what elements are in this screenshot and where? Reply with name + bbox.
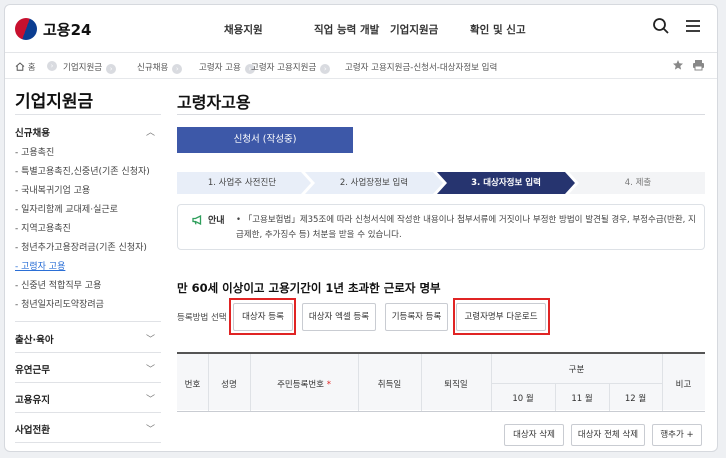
step-4: 4. 제출 [624,178,652,188]
col-header-retired-date: 퇴직일 [444,380,468,390]
sidebar-item-elderly-employment[interactable]: - 고령자 고용 [15,259,65,272]
highlight-box-register [229,298,296,335]
register-existing-button[interactable]: 기등록자 등록 [385,303,448,331]
breadcrumb-chevron-icon: › [47,61,57,71]
menu-icon[interactable] [684,17,702,39]
search-icon[interactable] [652,17,670,39]
col-header-category: 구분 [568,365,585,375]
register-excel-button[interactable]: 대상자 엑셀 등록 [302,303,376,331]
delete-target-button[interactable]: 대상자 삭제 [504,424,564,446]
sidebar-divider [15,442,161,443]
sidebar-divider [15,114,161,115]
step-1: 1. 사업주 사전진단 [207,178,277,188]
sidebar-item-shift-work[interactable]: - 일자리함께 교대제·실근로 [15,202,118,215]
breadcrumb-current: 고령자 고용지원금-신청서-대상자정보 입력 [345,63,498,73]
megaphone-icon [192,214,202,225]
application-status-button[interactable]: 신청서 (작성중) [177,127,353,153]
sidebar-group-label: 출산·육아 [15,335,54,346]
sidebar-group-flexible-work[interactable]: 유연근무 ﹀ [15,362,161,376]
breadcrumb-item-elderly-subsidy[interactable]: 고령자 고용지원금 › [251,61,331,74]
col-header-remarks: 비고 [675,380,692,390]
star-icon[interactable] [672,59,684,74]
sidebar-group-label: 유연근무 [15,365,50,376]
sidebar-group-conversion[interactable]: 사업전환 ﹀ [15,422,161,436]
col-header-month-12: 12 월 [624,394,647,404]
sidebar-group-label: 신규채용 [15,128,50,139]
nav-vocational-training[interactable]: 직업 능력 개발 [314,22,379,37]
taegeuk-logo-icon [15,18,37,40]
progress-steps: 1. 사업주 사전진단 2. 사업장정보 입력 3. 대상자정보 입력 4. 제… [177,172,705,194]
sidebar-group-label: 사업전환 [15,425,50,436]
sidebar-item-special-employment[interactable]: - 특별고용촉진,신중년(기존 신청자) [15,164,150,177]
employee-table-header: 번호 성명 주민등록번호 * 취득일 퇴직일 구분 10 월 11 월 12 월… [177,352,705,412]
col-header-name: 성명 [221,380,237,390]
notice-text: • 「고용보험법」제35조에 따라 신청서식에 작성한 내용이나 첨부서류에 거… [236,215,696,240]
breadcrumb-item-new-hire[interactable]: 신규채용 › [137,61,183,74]
sidebar-divider [15,321,161,322]
sidebar-item-regional[interactable]: - 지역고용촉진 [15,221,71,234]
col-header-resident-number-label: 주민등록번호 [277,380,324,390]
step-2: 2. 사업장정보 입력 [339,178,409,188]
sidebar-divider [15,412,161,413]
add-row-button[interactable]: 행추가 + [652,424,702,446]
breadcrumb: 홈 › 기업지원금 › 신규채용 › 고령자 고용 › 고령자 고용지원금 › 고령자 … [5,53,717,79]
breadcrumb-item-elderly[interactable]: 고령자 고용 › [199,61,255,74]
required-mark: * [326,380,331,390]
registration-method-label: 등록방법 선택 [177,313,227,323]
col-header-month-11: 11 월 [571,394,593,404]
sidebar-divider [15,352,161,353]
browser-frame: 고용24 채용지원 직업 능력 개발 기업지원금 확인 및 신고 홈 › 기업지… [4,4,718,452]
breadcrumb-label: 기업지원금 [63,63,103,73]
breadcrumb-chevron-icon: › [320,64,331,74]
sidebar-item-employment-promotion[interactable]: - 고용촉진 [15,145,54,158]
step-3-current: 3. 대상자정보 입력 [471,178,541,188]
logo-text: 고용24 [43,20,92,39]
sidebar-title: 기업지원금 [15,92,94,112]
breadcrumb-label: 고령자 고용 [199,63,241,73]
col-header-resident-number: 주민등록번호 * [250,378,358,390]
breadcrumb-label: 고령자 고용지원금 [251,63,317,73]
section-title: 만 60세 이상이고 고용기간이 1년 초과한 근로자 명부 [177,281,441,295]
print-icon[interactable] [692,59,705,74]
sidebar-group-new-hire[interactable]: 신규채용 ︿ [15,125,161,139]
home-icon [15,62,25,71]
chevron-down-icon: ﹀ [145,395,155,405]
title-divider [177,114,705,115]
site-header: 고용24 채용지원 직업 능력 개발 기업지원금 확인 및 신고 [5,5,717,53]
sidebar-group-retention[interactable]: 고용유지 ﹀ [15,392,161,406]
highlight-box-download [453,298,550,335]
sidebar-divider [15,382,161,383]
breadcrumb-item-subsidy[interactable]: 기업지원금 › [63,61,117,74]
col-header-month-10: 10 월 [512,394,534,404]
nav-business-subsidy[interactable]: 기업지원금 [390,22,438,37]
notice-label: 안내 [192,213,225,226]
breadcrumb-chevron-icon: › [172,64,183,74]
chevron-down-icon: ﹀ [145,425,155,435]
chevron-up-icon: ︿ [145,128,155,138]
breadcrumb-chevron-icon: › [106,64,117,74]
delete-all-targets-button[interactable]: 대상자 전체 삭제 [571,424,645,446]
sidebar-item-reshoring[interactable]: - 국내복귀기업 고용 [15,183,90,196]
site-logo[interactable]: 고용24 [15,18,91,40]
chevron-down-icon: ﹀ [145,335,155,345]
sidebar-group-label: 고용유지 [15,395,50,406]
sidebar-item-youth-leap[interactable]: - 청년일자리도약장려금 [15,297,104,310]
breadcrumb-label: 신규채용 [137,63,169,73]
nav-job-support[interactable]: 채용지원 [224,22,263,37]
col-header-acquired-date: 취득일 [377,380,402,390]
notice-label-text: 안내 [208,216,225,226]
notice-box: 안내 • 「고용보험법」제35조에 따라 신청서식에 작성한 내용이나 첨부서류… [177,204,705,250]
breadcrumb-home-label: 홈 [27,63,36,73]
col-header-number: 번호 [184,380,201,390]
sidebar-item-youth-additional[interactable]: - 청년추가고용장려금(기존 신청자) [15,240,147,253]
page-title: 고령자고용 [177,93,251,112]
sidebar-group-childbirth[interactable]: 출산·육아 ﹀ [15,332,161,346]
breadcrumb-home[interactable]: 홈 [15,61,36,73]
sidebar-item-middle-aged[interactable]: - 신중년 적합직무 고용 [15,278,101,291]
nav-confirm-report[interactable]: 확인 및 신고 [470,22,526,37]
chevron-down-icon: ﹀ [145,365,155,375]
